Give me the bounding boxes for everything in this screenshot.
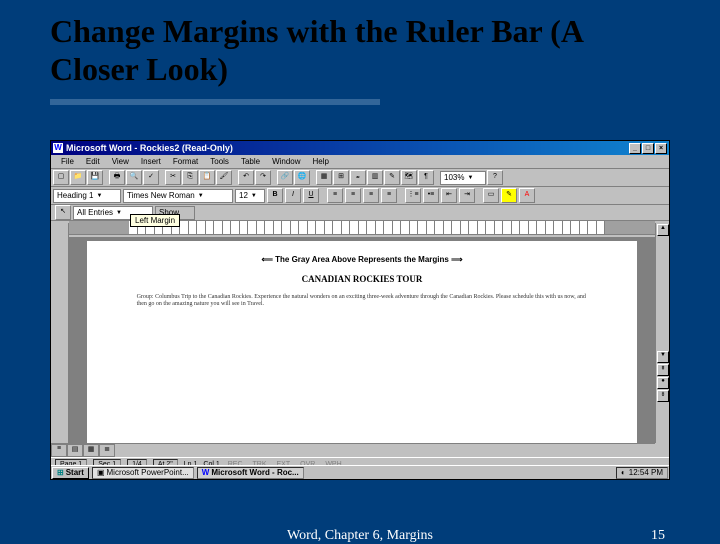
ruler-left-margin[interactable] — [69, 221, 129, 234]
italic-icon[interactable]: I — [285, 188, 301, 203]
ruler-right-margin[interactable] — [605, 221, 655, 234]
task-word[interactable]: W Microsoft Word - Roc... — [197, 467, 304, 479]
web-toolbar-icon[interactable]: 🌐 — [294, 170, 310, 185]
app-icon[interactable]: W — [53, 143, 63, 153]
menu-table[interactable]: Table — [235, 157, 266, 166]
menu-edit[interactable]: Edit — [80, 157, 106, 166]
menubar: File Edit View Insert Format Tools Table… — [51, 155, 669, 169]
increase-indent-icon[interactable]: ⇥ — [459, 188, 475, 203]
titlebar: W Microsoft Word - Rockies2 (Read-Only) … — [51, 141, 669, 155]
selection-bar — [51, 223, 69, 443]
page-layout-view-icon[interactable]: ▦ — [83, 444, 99, 457]
menu-view[interactable]: View — [106, 157, 135, 166]
clock: 12:54 PM — [629, 468, 663, 477]
justify-icon[interactable]: ≡ — [381, 188, 397, 203]
document-area[interactable]: ⟸ The Gray Area Above Represents the Mar… — [69, 237, 655, 443]
window-controls: _ □ × — [629, 143, 667, 154]
menu-window[interactable]: Window — [266, 157, 306, 166]
page: ⟸ The Gray Area Above Represents the Mar… — [87, 241, 638, 443]
view-buttons: ≡ ▤ ▦ ≣ — [51, 444, 115, 457]
copy-icon[interactable]: ⎘ — [182, 170, 198, 185]
save-icon[interactable]: 💾 — [87, 170, 103, 185]
new-icon[interactable]: ▢ — [53, 170, 69, 185]
tables-borders-icon[interactable]: ▦ — [316, 170, 332, 185]
show-hide-icon[interactable]: ¶ — [418, 170, 434, 185]
print-icon[interactable]: 🖶 — [109, 170, 125, 185]
word-icon: W — [202, 468, 210, 477]
start-button[interactable]: ⊞ Start — [52, 467, 89, 479]
taskbar: ⊞ Start ▣ Microsoft PowerPoint... W Micr… — [51, 465, 669, 479]
close-button[interactable]: × — [655, 143, 667, 154]
font-combo[interactable]: Times New Roman▼ — [123, 189, 233, 203]
next-page-icon[interactable]: ⇟ — [657, 390, 669, 402]
minimize-button[interactable]: _ — [629, 143, 641, 154]
paste-icon[interactable]: 📋 — [199, 170, 215, 185]
tray-icon[interactable]: ◐ — [621, 468, 626, 477]
underline-icon[interactable]: U — [303, 188, 319, 203]
normal-view-icon[interactable]: ≡ — [51, 444, 67, 457]
menu-insert[interactable]: Insert — [135, 157, 167, 166]
borders-icon[interactable]: ▭ — [483, 188, 499, 203]
horizontal-scrollbar[interactable]: ≡ ▤ ▦ ≣ — [51, 443, 655, 457]
vertical-scrollbar[interactable]: ▲ ▼ ⇞ ● ⇟ — [655, 223, 669, 443]
open-icon[interactable]: 📁 — [70, 170, 86, 185]
tooltip-left-margin: Left Margin — [130, 214, 180, 227]
windows-icon: ⊞ — [57, 468, 64, 477]
menu-format[interactable]: Format — [167, 157, 204, 166]
window-title: Microsoft Word - Rockies2 (Read-Only) — [66, 143, 629, 153]
style-combo[interactable]: Heading 1▼ — [53, 189, 121, 203]
formatting-toolbar: Heading 1▼ Times New Roman▼ 12▼ B I U ≡ … — [51, 187, 669, 205]
zoom-combo[interactable]: 103%▼ — [440, 171, 486, 185]
system-tray[interactable]: ◐ 12:54 PM — [616, 467, 668, 479]
format-painter-icon[interactable]: 🖌 — [216, 170, 232, 185]
highlight-icon[interactable]: ✎ — [501, 188, 517, 203]
bullets-icon[interactable]: •≡ — [423, 188, 439, 203]
word-window: W Microsoft Word - Rockies2 (Read-Only) … — [50, 140, 670, 480]
outline-view-icon[interactable]: ≣ — [99, 444, 115, 457]
align-left-icon[interactable]: ≡ — [327, 188, 343, 203]
online-view-icon[interactable]: ▤ — [67, 444, 83, 457]
powerpoint-icon: ▣ — [97, 468, 105, 477]
footer-page-number: 15 — [651, 528, 665, 544]
columns-icon[interactable]: ▥ — [367, 170, 383, 185]
redo-icon[interactable]: ↷ — [255, 170, 271, 185]
prev-page-icon[interactable]: ⇞ — [657, 364, 669, 376]
scroll-up-icon[interactable]: ▲ — [657, 224, 669, 236]
spell-icon[interactable]: ✓ — [143, 170, 159, 185]
task-powerpoint[interactable]: ▣ Microsoft PowerPoint... — [92, 467, 194, 479]
undo-icon[interactable]: ↶ — [238, 170, 254, 185]
align-center-icon[interactable]: ≡ — [345, 188, 361, 203]
document-body: Group: Columbus Trip to the Canadian Roc… — [127, 294, 598, 308]
numbering-icon[interactable]: ⋮≡ — [405, 188, 421, 203]
slide-title: Change Margins with the Ruler Bar (A Clo… — [0, 0, 720, 95]
ruler-ticks — [129, 221, 605, 234]
map-icon[interactable]: 🗺 — [401, 170, 417, 185]
maximize-button[interactable]: □ — [642, 143, 654, 154]
decrease-indent-icon[interactable]: ⇤ — [441, 188, 457, 203]
standard-toolbar: ▢ 📁 💾 🖶 🔍 ✓ ✂ ⎘ 📋 🖌 ↶ ↷ 🔗 🌐 ▦ ⊞ 𝔁 ▥ ✎ 🗺 … — [51, 169, 669, 187]
insert-table-icon[interactable]: ⊞ — [333, 170, 349, 185]
margin-annotation: ⟸ The Gray Area Above Represents the Mar… — [127, 255, 598, 264]
scroll-down-icon[interactable]: ▼ — [657, 351, 669, 363]
browse-object-icon[interactable]: ● — [657, 377, 669, 389]
menu-tools[interactable]: Tools — [204, 157, 235, 166]
footer-center: Word, Chapter 6, Margins — [287, 528, 433, 544]
document-title: CANADIAN ROCKIES TOUR — [127, 274, 598, 284]
cut-icon[interactable]: ✂ — [165, 170, 181, 185]
help-icon[interactable]: ? — [487, 170, 503, 185]
bold-icon[interactable]: B — [267, 188, 283, 203]
arrow-icon[interactable]: ↖ — [55, 205, 71, 220]
hyperlink-icon[interactable]: 🔗 — [277, 170, 293, 185]
menu-file[interactable]: File — [55, 157, 80, 166]
size-combo[interactable]: 12▼ — [235, 189, 265, 203]
menu-help[interactable]: Help — [307, 157, 335, 166]
title-underline — [50, 99, 380, 105]
preview-icon[interactable]: 🔍 — [126, 170, 142, 185]
font-color-icon[interactable]: A — [519, 188, 535, 203]
drawing-icon[interactable]: ✎ — [384, 170, 400, 185]
align-right-icon[interactable]: ≡ — [363, 188, 379, 203]
excel-icon[interactable]: 𝔁 — [350, 170, 366, 185]
